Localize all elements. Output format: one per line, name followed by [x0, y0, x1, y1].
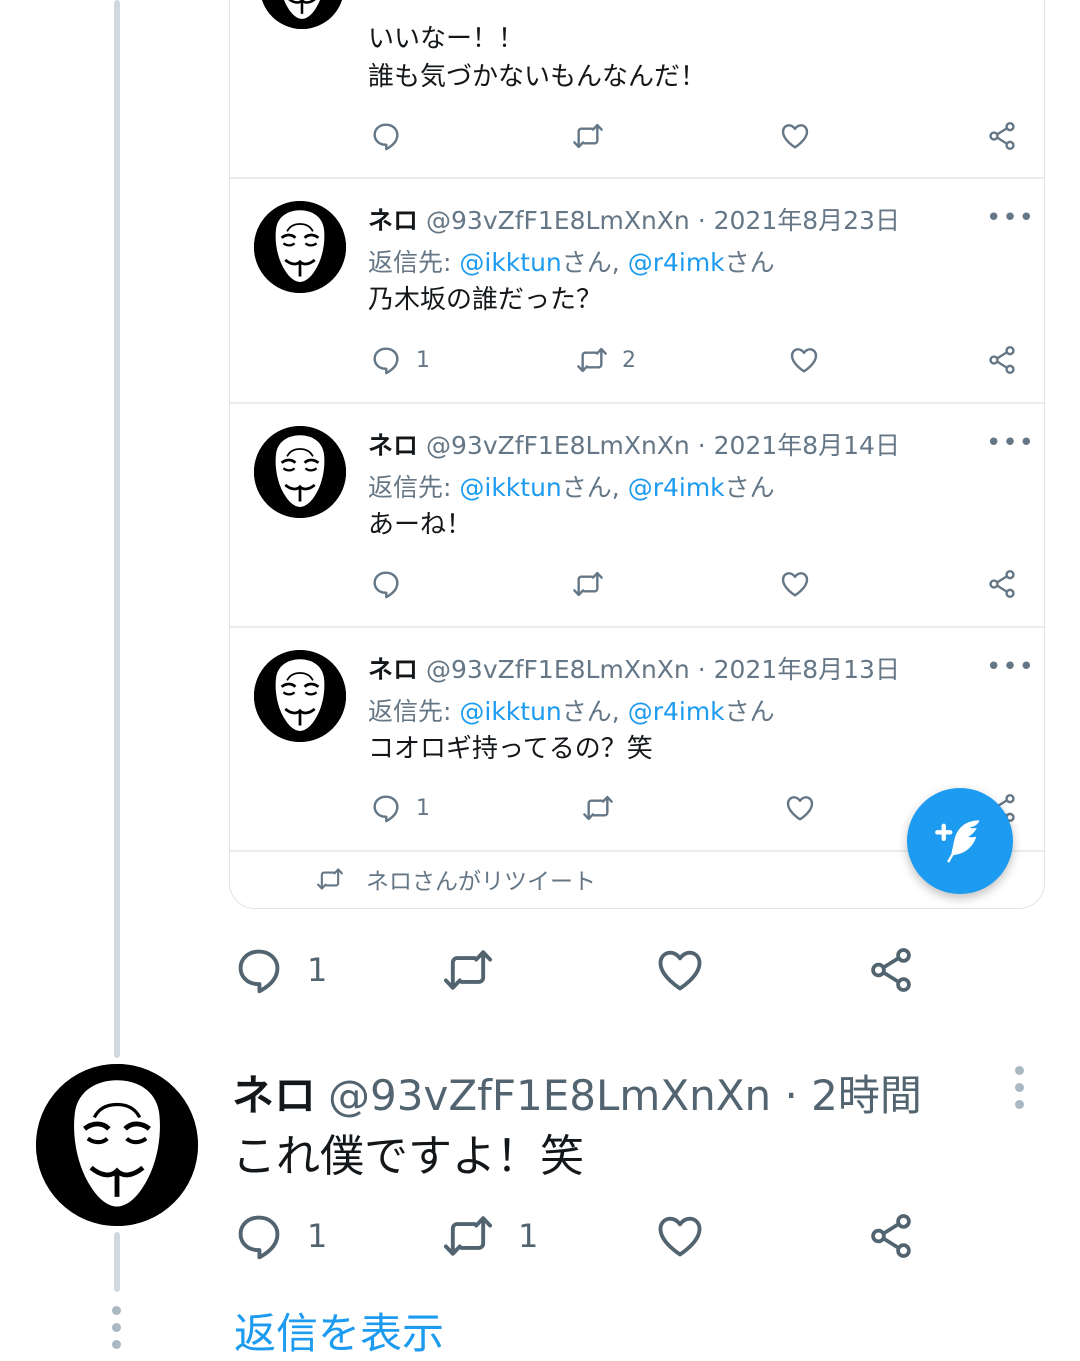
retweet-button[interactable]: [572, 120, 604, 152]
more-icon[interactable]: •••: [986, 652, 1035, 682]
retweet-icon: [572, 568, 604, 600]
mention-link[interactable]: @ikktun: [459, 697, 561, 726]
mention-link[interactable]: @r4imk: [628, 248, 725, 277]
like-icon: [654, 944, 706, 996]
retweet-icon: [440, 944, 496, 996]
retweet-icon: [316, 865, 344, 893]
like-icon: [779, 568, 811, 600]
retweet-icon: [582, 792, 614, 824]
display-name[interactable]: ネロ: [368, 431, 418, 460]
retweet-count: 1: [518, 1217, 539, 1255]
tweet-text: 乃木坂の誰だった？: [368, 285, 603, 315]
tweet-header: ネロ @93vZfF1E8LmXnXn · 2021年8月23日: [368, 201, 900, 237]
like-button[interactable]: [654, 944, 706, 996]
share-icon: [986, 120, 1018, 152]
retweet-icon: [576, 344, 608, 376]
share-icon: [866, 944, 916, 996]
handle-time: @93vZfF1E8LmXnXn · 2時間: [328, 1071, 922, 1120]
tweet-item[interactable]: ネロ @93vZfF1E8LmXnXn · 2021年8月23日 ••• 返信先:…: [230, 179, 1044, 403]
reply-button[interactable]: 1: [370, 792, 430, 824]
reply-to: 返信先: @ikktunさん, @r4imkさん: [368, 473, 775, 502]
like-icon: [779, 120, 811, 152]
share-icon: [986, 568, 1018, 600]
like-button[interactable]: [654, 1210, 706, 1262]
show-replies-link[interactable]: 返信を表示: [234, 1300, 444, 1361]
like-button[interactable]: [779, 568, 811, 600]
tweet-header: ネロ @93vZfF1E8LmXnXn · 2時間: [232, 1062, 922, 1123]
retweet-icon: [572, 120, 604, 152]
retweet-button[interactable]: 2: [576, 344, 636, 376]
reply-count: 1: [307, 951, 328, 989]
reply-icon: [370, 344, 402, 376]
retweet-note: ネロさんがリツイート: [316, 862, 596, 896]
embedded-timeline-card[interactable]: いいなー！！ 誰も気づかないもんなんだ！ ネロ @93vZfF1E8LmXnXn …: [229, 0, 1045, 909]
handle-date: @93vZfF1E8LmXnXn · 2021年8月23日: [426, 206, 900, 235]
retweet-button[interactable]: [440, 944, 496, 996]
like-button[interactable]: [779, 120, 811, 152]
like-icon: [784, 792, 816, 824]
reply-to: 返信先: @ikktunさん, @r4imkさん: [368, 248, 775, 277]
retweet-button[interactable]: [572, 568, 604, 600]
mention-link[interactable]: @r4imk: [628, 473, 725, 502]
like-button[interactable]: [788, 344, 820, 376]
display-name[interactable]: ネロ: [232, 1071, 316, 1120]
thread-ellipsis-icon: [112, 1306, 121, 1349]
share-icon: [986, 344, 1018, 376]
reply-icon: [233, 1210, 285, 1262]
share-button[interactable]: [866, 944, 916, 996]
more-icon[interactable]: •••: [986, 428, 1035, 458]
tweet-text: コオロギ持ってるの？笑: [368, 734, 653, 764]
display-name[interactable]: ネロ: [368, 655, 418, 684]
reply-button[interactable]: 1: [370, 344, 430, 376]
tweet-header: ネロ @93vZfF1E8LmXnXn · 2021年8月13日: [368, 650, 900, 686]
reply-icon: [370, 120, 402, 152]
share-button[interactable]: [866, 1210, 916, 1262]
share-icon: [866, 1210, 916, 1262]
reply-button[interactable]: [370, 568, 402, 600]
retweet-button[interactable]: [582, 792, 614, 824]
reply-button[interactable]: 1: [233, 1210, 327, 1262]
handle-date: @93vZfF1E8LmXnXn · 2021年8月14日: [426, 431, 900, 460]
like-icon: [788, 344, 820, 376]
compose-icon: [934, 815, 986, 867]
reply-icon: [233, 944, 285, 996]
mention-link[interactable]: @r4imk: [628, 697, 725, 726]
more-icon[interactable]: •••: [986, 203, 1035, 233]
compose-button[interactable]: [907, 788, 1013, 894]
share-button[interactable]: [986, 568, 1018, 600]
tweet-item[interactable]: ネロ @93vZfF1E8LmXnXn · 2021年8月14日 ••• 返信先:…: [230, 404, 1044, 626]
avatar[interactable]: [36, 1064, 198, 1226]
like-icon: [654, 1210, 706, 1262]
tweet-header: ネロ @93vZfF1E8LmXnXn · 2021年8月14日: [368, 426, 900, 462]
reply-count: 1: [307, 1217, 328, 1255]
like-button[interactable]: [784, 792, 816, 824]
mention-link[interactable]: @ikktun: [459, 248, 561, 277]
mention-link[interactable]: @ikktun: [459, 473, 561, 502]
tweet-text: あーね！: [368, 510, 473, 540]
reply-to: 返信先: @ikktunさん, @r4imkさん: [368, 697, 775, 726]
tweet-text: いいなー！！ 誰も気づかないもんなんだ！: [368, 24, 707, 92]
avatar[interactable]: [254, 201, 346, 293]
thread-connector-bottom: [114, 1232, 120, 1292]
avatar[interactable]: [254, 650, 346, 742]
avatar[interactable]: [260, 0, 344, 29]
reply-icon: [370, 792, 402, 824]
reply-button[interactable]: [370, 120, 402, 152]
tweet-text: これ僕ですよ！笑: [232, 1131, 584, 1182]
retweet-button[interactable]: 1: [440, 1210, 538, 1262]
tweet-partial-top[interactable]: いいなー！！ 誰も気づかないもんなんだ！: [230, 0, 1044, 178]
reply-icon: [370, 568, 402, 600]
share-button[interactable]: [986, 120, 1018, 152]
reply-button[interactable]: 1: [233, 944, 327, 996]
reply-count: 1: [416, 347, 430, 373]
more-icon[interactable]: [1015, 1066, 1024, 1109]
share-button[interactable]: [986, 344, 1018, 376]
retweet-icon: [440, 1210, 496, 1262]
avatar[interactable]: [254, 426, 346, 518]
retweet-count: 2: [622, 347, 636, 373]
handle-date: @93vZfF1E8LmXnXn · 2021年8月13日: [426, 655, 900, 684]
reply-count: 1: [416, 795, 430, 821]
display-name[interactable]: ネロ: [368, 206, 418, 235]
thread-connector-top: [114, 0, 120, 1058]
